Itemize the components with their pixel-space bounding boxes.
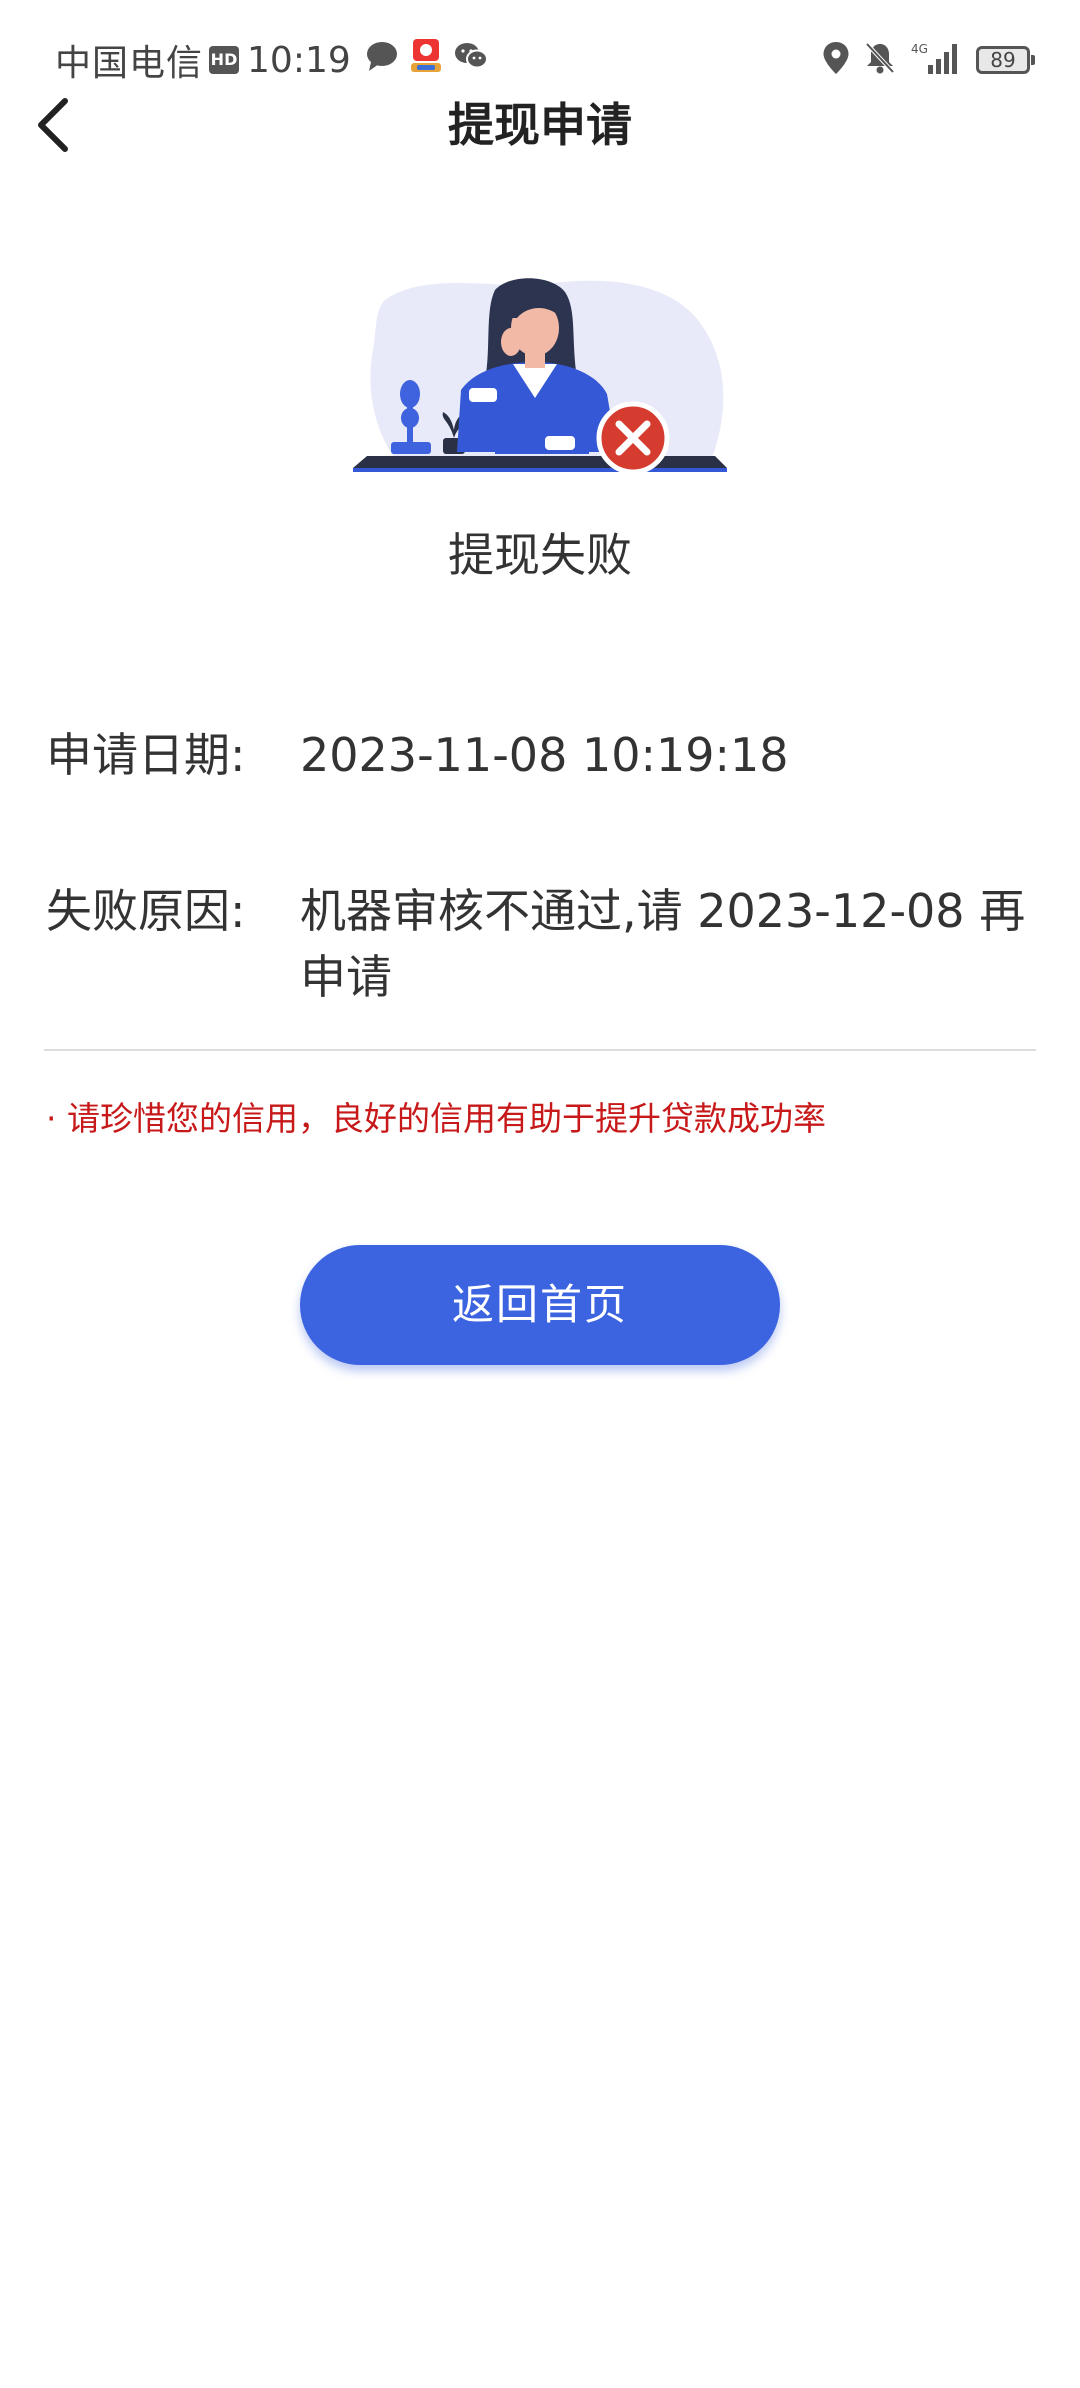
apply-date-label: 申请日期: <box>46 728 246 782</box>
chat-bubble-icon <box>365 40 399 81</box>
hd-badge: HD <box>209 46 240 74</box>
network-type: 4G <box>911 42 928 56</box>
carrier-name: 中国电信 <box>55 43 204 84</box>
result-status-text: 提现失败 <box>448 528 632 582</box>
apply-date-value: 2023-11-08 10:19:18 <box>300 728 789 782</box>
status-bar-right: 4G 89 <box>822 30 1035 90</box>
location-icon <box>822 41 850 79</box>
mute-bell-icon <box>864 41 896 79</box>
divider <box>44 1049 1036 1051</box>
battery-icon: 89 <box>976 46 1035 74</box>
nav-bar: 提现申请 <box>0 90 1080 160</box>
battery-level: 89 <box>990 48 1016 72</box>
return-home-button[interactable]: 返回首页 <box>300 1245 780 1365</box>
signal-icon: 4G <box>910 41 962 79</box>
page-title: 提现申请 <box>448 98 632 152</box>
credit-tip: · 请珍惜您的信用，良好的信用有助于提升贷款成功率 <box>46 1099 826 1138</box>
failure-illustration <box>345 270 735 500</box>
status-bar-left: 中国电信 HD 10:19 <box>55 30 499 90</box>
wechat-icon <box>453 40 489 81</box>
fail-reason-value: 机器审核不通过,请 2023-12-08 再申请 <box>300 884 1026 1004</box>
fail-reason-label: 失败原因: <box>46 884 246 938</box>
status-time: 10:19 <box>247 39 351 81</box>
app-notification-icon <box>409 37 443 84</box>
woman-at-desk-failure-illustration <box>353 278 727 475</box>
